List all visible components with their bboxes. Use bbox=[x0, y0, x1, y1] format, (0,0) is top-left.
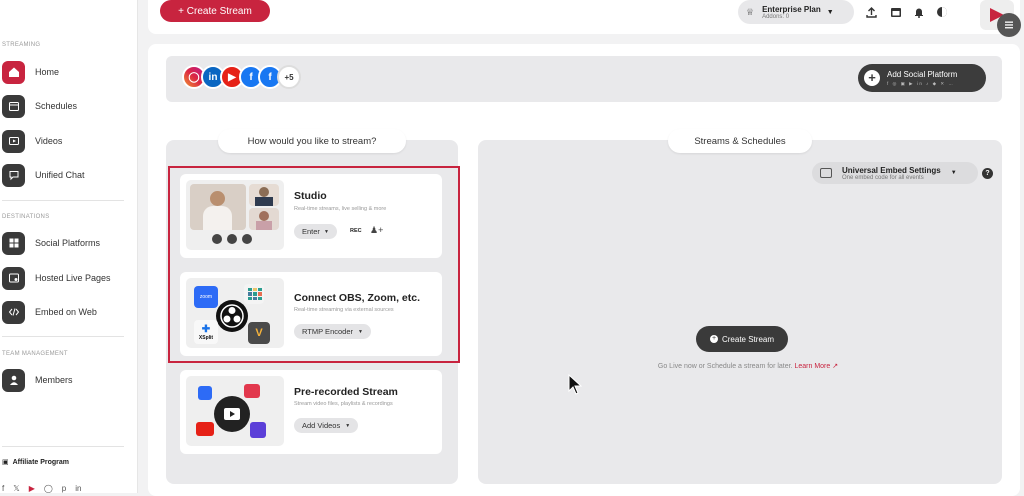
add-videos-button[interactable]: Add Videos ▼ bbox=[294, 418, 359, 433]
main-content: ◯ in ▶ f f +5 + Add Social Platform f ◎ … bbox=[148, 44, 1020, 496]
home-icon bbox=[2, 60, 25, 84]
platforms-bar: ◯ in ▶ f f +5 + Add Social Platform f ◎ … bbox=[166, 56, 1002, 102]
sidebar-item-home[interactable]: Home bbox=[2, 59, 136, 85]
plus-icon: + bbox=[709, 335, 718, 343]
affiliate-program-link[interactable]: ▣ Affiliate Program bbox=[2, 458, 70, 467]
calendar-icon bbox=[250, 422, 266, 438]
sidebar-item-label: Hosted Live Pages bbox=[35, 273, 111, 283]
prerecorded-thumbnail bbox=[186, 376, 284, 446]
instagram-icon[interactable]: ◯ bbox=[44, 484, 53, 493]
embed-title: Universal Embed Settings bbox=[842, 165, 941, 175]
go-live-text: Go Live now or Schedule a stream for lat… bbox=[657, 363, 793, 370]
streams-schedules-panel: Streams & Schedules Universal Embed Sett… bbox=[478, 129, 1002, 484]
help-icon[interactable]: ? bbox=[982, 168, 993, 179]
more-platforms-badge[interactable]: +5 bbox=[277, 65, 301, 89]
external-link-icon: ↗ bbox=[832, 363, 839, 370]
prerecorded-subtitle: Stream video files, playlists & recordin… bbox=[294, 401, 393, 407]
create-stream-center-button[interactable]: + Create Stream bbox=[696, 326, 788, 352]
divider bbox=[2, 446, 124, 447]
add-social-label: Add Social Platform bbox=[887, 69, 958, 79]
play-icon bbox=[214, 396, 250, 432]
sidebar: STREAMING Home Schedules Videos Unified … bbox=[0, 0, 138, 493]
gift-icon: ▣ bbox=[2, 459, 9, 466]
learn-more-link[interactable]: Learn More ↗ bbox=[794, 363, 838, 370]
chevron-down-icon: ▼ bbox=[950, 170, 957, 176]
youtube-icon bbox=[196, 422, 214, 436]
x-icon[interactable]: 𝕏 bbox=[13, 484, 19, 493]
theme-icon[interactable] bbox=[935, 5, 949, 19]
calendar-icon bbox=[198, 386, 212, 400]
prerecorded-card[interactable]: Pre-recorded Stream Stream video files, … bbox=[180, 370, 442, 454]
sidebar-item-hosted-live-pages[interactable]: Hosted Live Pages bbox=[2, 265, 136, 291]
code-icon bbox=[2, 300, 25, 324]
user-icon bbox=[2, 368, 25, 392]
chat-icon bbox=[2, 163, 25, 187]
video-icon bbox=[2, 129, 25, 153]
divider bbox=[2, 200, 124, 201]
sidebar-item-members[interactable]: Members bbox=[2, 367, 136, 393]
prerecorded-title: Pre-recorded Stream bbox=[294, 386, 398, 398]
universal-embed-settings-dropdown[interactable]: Universal Embed Settings One embed code … bbox=[812, 162, 978, 184]
facebook-icon[interactable]: f bbox=[2, 484, 4, 493]
add-videos-label: Add Videos bbox=[302, 421, 341, 430]
sidebar-item-label: Schedules bbox=[35, 101, 78, 111]
go-live-hint: Go Live now or Schedule a stream for lat… bbox=[628, 362, 868, 370]
plus-icon: + bbox=[864, 70, 880, 86]
linkedin-icon[interactable]: in bbox=[75, 484, 81, 493]
upload-icon[interactable] bbox=[864, 5, 878, 19]
divider bbox=[2, 336, 124, 337]
sidebar-item-label: Social Platforms bbox=[35, 238, 101, 248]
sidebar-item-unified-chat[interactable]: Unified Chat bbox=[2, 162, 136, 188]
calendar-icon[interactable] bbox=[889, 5, 903, 19]
sidebar-item-embed-on-web[interactable]: Embed on Web bbox=[2, 299, 136, 325]
calendar-icon bbox=[2, 94, 25, 118]
social-links: f 𝕏 ▶ ◯ p in bbox=[2, 484, 81, 493]
bell-icon[interactable] bbox=[912, 5, 926, 19]
crown-icon: ♕ bbox=[746, 6, 755, 17]
embed-icon bbox=[820, 168, 832, 178]
menu-fab-button[interactable] bbox=[997, 13, 1021, 37]
section-streaming: STREAMING bbox=[2, 42, 41, 48]
mouse-cursor-icon bbox=[568, 374, 582, 395]
plan-name: Enterprise Plan bbox=[762, 4, 821, 14]
plan-selector[interactable]: ♕ Enterprise Plan Addons: 0 ▼ bbox=[738, 0, 854, 24]
pinterest-icon[interactable]: p bbox=[62, 484, 66, 493]
sidebar-item-label: Unified Chat bbox=[35, 170, 85, 180]
platform-mini-icons: f ◎ ▣ ▶ in ♪ ◆ ✕ … bbox=[887, 80, 955, 86]
sidebar-item-label: Embed on Web bbox=[35, 307, 97, 317]
chevron-down-icon: ▼ bbox=[345, 422, 351, 429]
page-icon bbox=[2, 266, 25, 290]
create-stream-label: Create Stream bbox=[721, 334, 775, 344]
schedule-icon bbox=[244, 384, 260, 398]
youtube-icon[interactable]: ▶ bbox=[29, 484, 35, 493]
sidebar-item-label: Videos bbox=[35, 136, 63, 146]
sidebar-item-social-platforms[interactable]: Social Platforms bbox=[2, 230, 136, 256]
sidebar-item-schedules[interactable]: Schedules bbox=[2, 93, 136, 119]
chevron-down-icon: ▼ bbox=[826, 8, 834, 16]
affiliate-label: Affiliate Program bbox=[12, 458, 70, 466]
sidebar-item-label: Members bbox=[35, 375, 73, 385]
sidebar-item-videos[interactable]: Videos bbox=[2, 128, 136, 154]
section-destinations: DESTINATIONS bbox=[2, 214, 50, 220]
create-stream-button[interactable]: + Create Stream bbox=[160, 0, 270, 22]
stream-question: How would you like to stream? bbox=[218, 129, 406, 153]
learn-more-label: Learn More bbox=[794, 363, 831, 370]
top-bar: + Create Stream ♕ Enterprise Plan Addons… bbox=[148, 0, 1020, 34]
sidebar-item-label: Home bbox=[35, 67, 60, 77]
highlight-box bbox=[168, 166, 460, 363]
plan-addons: Addons: 0 bbox=[762, 13, 790, 20]
menu-icon bbox=[1005, 21, 1013, 29]
embed-subtitle: One embed code for all events bbox=[842, 174, 924, 181]
add-social-platform-button[interactable]: + Add Social Platform f ◎ ▣ ▶ in ♪ ◆ ✕ … bbox=[858, 64, 986, 92]
grid-icon bbox=[2, 231, 25, 255]
section-team: TEAM MANAGEMENT bbox=[2, 351, 68, 357]
streams-schedules-title: Streams & Schedules bbox=[668, 129, 812, 153]
